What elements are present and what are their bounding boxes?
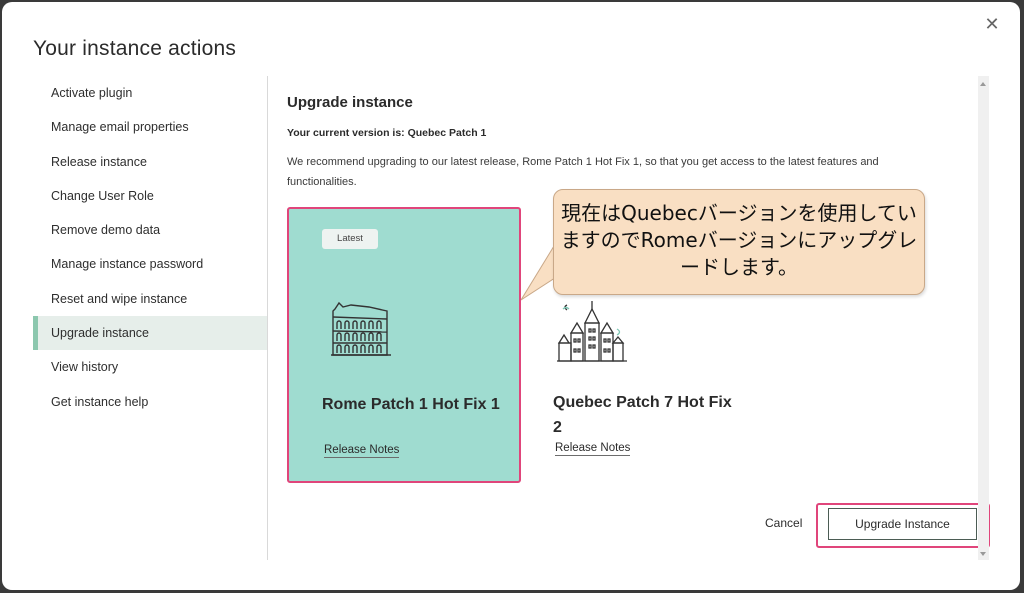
release-notes-link[interactable]: Release Notes bbox=[555, 442, 631, 456]
recommendation-text: We recommend upgrading to our latest rel… bbox=[287, 156, 879, 188]
sidebar-item-instance-help[interactable]: Get instance help bbox=[33, 385, 267, 419]
sidebar-item-view-history[interactable]: View history bbox=[33, 350, 267, 384]
scroll-up-icon[interactable] bbox=[980, 82, 986, 86]
sidebar-item-change-user-role[interactable]: Change User Role bbox=[33, 179, 267, 213]
version-card-rome[interactable]: Latest Rome Patch 1 Hot Fix 1 Release No… bbox=[287, 207, 521, 483]
upgrade-instance-button[interactable]: Upgrade Instance bbox=[828, 508, 977, 540]
modal-title: Your instance actions bbox=[33, 37, 237, 60]
annotation-callout: 現在はQuebecバージョンを使用していますのでRomeバージョンにアップグレー… bbox=[553, 189, 925, 295]
sidebar-item-release-instance[interactable]: Release instance bbox=[33, 145, 267, 179]
close-icon[interactable]: ✕ bbox=[982, 14, 1002, 34]
sidebar-item-remove-demo-data[interactable]: Remove demo data bbox=[33, 213, 267, 247]
release-notes-link[interactable]: Release Notes bbox=[324, 444, 400, 458]
card-title: Rome Patch 1 Hot Fix 1 bbox=[322, 396, 500, 413]
instance-actions-modal: ✕ Your instance actions Activate plugin … bbox=[2, 2, 1020, 590]
sidebar-item-manage-password[interactable]: Manage instance password bbox=[33, 247, 267, 281]
card-title: Quebec Patch 7 Hot Fix 2 bbox=[553, 394, 732, 436]
scroll-down-icon[interactable] bbox=[980, 552, 986, 556]
actions-sidebar: Activate plugin Manage email properties … bbox=[33, 76, 268, 560]
chateau-frontenac-icon bbox=[557, 299, 627, 370]
current-version-text: Your current version is: Quebec Patch 1 bbox=[287, 127, 487, 139]
section-title: Upgrade instance bbox=[287, 94, 413, 111]
sidebar-item-manage-email[interactable]: Manage email properties bbox=[33, 110, 267, 144]
latest-badge: Latest bbox=[322, 229, 378, 249]
colosseum-icon bbox=[329, 301, 393, 364]
sidebar-item-activate-plugin[interactable]: Activate plugin bbox=[33, 76, 267, 110]
sidebar-item-upgrade-instance[interactable]: Upgrade instance bbox=[33, 316, 267, 351]
scrollbar[interactable] bbox=[978, 76, 989, 560]
upgrade-panel: Upgrade instance Your current version is… bbox=[287, 76, 990, 560]
cancel-button[interactable]: Cancel bbox=[765, 516, 802, 530]
sidebar-item-reset-wipe[interactable]: Reset and wipe instance bbox=[33, 282, 267, 316]
